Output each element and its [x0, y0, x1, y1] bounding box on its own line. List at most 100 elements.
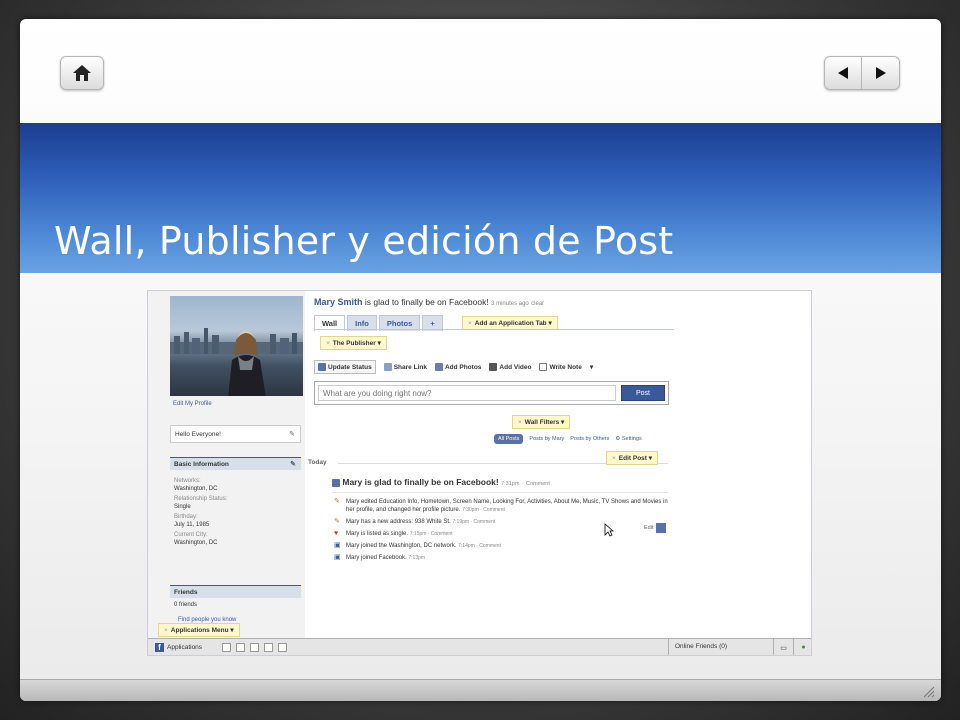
list-item: ▣ Mary joined Facebook. 7:13pm	[334, 554, 674, 562]
publisher-tab-label: The Publisher	[332, 340, 376, 347]
info-label: Networks:	[174, 478, 201, 484]
close-icon[interactable]: ×	[468, 320, 472, 327]
taskbar-right: ▭ ●	[773, 639, 811, 655]
list-item: ✎ Mary edited Education Info, Hometown, …	[334, 498, 674, 514]
status-input[interactable]	[318, 385, 616, 401]
wall-area: Mary Smith is glad to finally be on Face…	[308, 291, 811, 640]
close-icon[interactable]: ×	[326, 340, 330, 347]
home-button[interactable]	[60, 56, 104, 90]
info-value: July 11, 1985	[174, 522, 210, 528]
facebook-logo-icon: f	[155, 642, 164, 652]
add-video-button[interactable]: Add Video	[489, 363, 531, 371]
comment-link[interactable]: Comment	[526, 481, 550, 487]
add-video-label: Add Video	[499, 363, 532, 371]
post-button[interactable]: Post	[621, 385, 665, 401]
next-button[interactable]	[862, 57, 899, 89]
feed-meta: 7:15pm · Comment	[409, 531, 453, 537]
pencil-icon[interactable]: ✎	[289, 430, 295, 438]
main-story: Mary is glad to finally be on Facebook! …	[332, 477, 550, 487]
app-icon[interactable]	[222, 642, 232, 652]
info-label: Current City:	[174, 532, 208, 538]
share-link-button[interactable]: Share Link	[383, 363, 427, 371]
pencil-icon[interactable]: ✎	[290, 460, 296, 468]
update-status-button[interactable]: Update Status	[314, 360, 376, 374]
link-icon	[383, 363, 392, 371]
notifications-icon[interactable]: ●	[793, 639, 811, 655]
list-item: ✎ Mary has a new address: 938 White St. …	[334, 518, 674, 526]
profile-photo	[170, 296, 303, 396]
prev-next-group	[824, 56, 900, 90]
info-value[interactable]: Washington, DC	[174, 539, 299, 547]
person-icon	[332, 478, 340, 487]
taskbar-app-icons	[222, 642, 288, 652]
write-note-button[interactable]: Write Note	[539, 363, 582, 371]
close-icon[interactable]: ×	[518, 419, 522, 426]
edit-icon[interactable]	[656, 523, 667, 533]
publisher-tab[interactable]: × The Publisher ▾	[320, 336, 387, 350]
pencil-icon: ✎	[334, 518, 340, 525]
publisher-box: Post	[314, 381, 669, 405]
tabs-divider	[314, 329, 674, 330]
share-link-label: Share Link	[393, 363, 427, 371]
list-item: ♥ Mary is listed as single. 7:15pm · Com…	[334, 530, 674, 538]
filter-posts-by-mary[interactable]: Posts by Mary	[529, 436, 564, 442]
notes-icon[interactable]	[278, 642, 288, 652]
feed-text: Mary is listed as single.	[346, 531, 409, 537]
info-value[interactable]: Washington, DC	[174, 485, 299, 493]
profile-name: Mary Smith	[314, 297, 363, 307]
feed-text: Mary joined the Washington, DC network.	[346, 543, 457, 549]
close-icon[interactable]: ×	[612, 455, 616, 462]
applications-menu-label: Applications Menu	[170, 627, 229, 634]
feed-text: Mary has a new address: 938 White St.	[346, 519, 451, 525]
applications-button[interactable]: Applications	[167, 644, 202, 651]
main-story-time: 7:31pm	[501, 481, 520, 487]
feed-divider	[332, 492, 668, 493]
person-figure	[228, 331, 266, 396]
filter-settings[interactable]: ⚙ Settings	[615, 436, 641, 442]
note-icon	[539, 363, 548, 371]
slide: Wall, Publisher y edición de Post Edit M…	[20, 19, 941, 701]
add-photos-button[interactable]: Add Photos	[434, 363, 481, 371]
friends-icon[interactable]	[250, 642, 260, 652]
edit-profile-link[interactable]: Edit My Profile	[173, 401, 212, 407]
video-icon	[489, 363, 498, 371]
close-icon[interactable]: ×	[164, 627, 168, 634]
events-icon[interactable]	[264, 642, 274, 652]
triangle-left-icon	[838, 67, 848, 79]
mini-feed: ✎ Mary edited Education Info, Hometown, …	[334, 498, 674, 566]
more-actions-dropdown[interactable]: ▾	[590, 363, 593, 371]
edit-post-tab[interactable]: × Edit Post ▾	[606, 451, 659, 465]
info-label: Birthday:	[174, 514, 198, 520]
facebook-icon: ▣	[334, 554, 341, 561]
edit-post-label: Edit Post	[618, 455, 647, 462]
feed-meta: 7:19pm · Comment	[452, 519, 496, 525]
gear-icon: ⚙	[615, 436, 621, 442]
wall-filters-tab[interactable]: × Wall Filters ▾	[512, 415, 571, 429]
online-friends-button[interactable]: Online Friends (0)	[668, 639, 733, 655]
profile-status-box[interactable]: Hello Everyone! ✎	[170, 425, 301, 443]
photos-icon[interactable]	[236, 642, 246, 652]
person-icon	[318, 363, 326, 371]
clear-link[interactable]: clear	[531, 301, 544, 307]
add-application-tab[interactable]: × Add an Application Tab ▾	[462, 316, 558, 330]
edit-story-control[interactable]: Edit	[644, 523, 667, 533]
chat-icon[interactable]: ▭	[773, 639, 793, 655]
info-value: Single	[174, 504, 191, 510]
resize-grip-icon[interactable]	[921, 684, 935, 698]
mouse-cursor-icon	[604, 523, 614, 537]
settings-label: Settings	[621, 436, 642, 442]
profile-status: is glad to finally be on Facebook!	[364, 297, 489, 307]
filter-posts-by-others[interactable]: Posts by Others	[570, 436, 609, 442]
today-label: Today	[308, 459, 327, 466]
profile-status-text: Hello Everyone!	[175, 431, 221, 438]
basic-info-header: Basic Information ✎	[170, 457, 301, 470]
feed-meta: 7:14pm · Comment	[458, 543, 501, 549]
update-status-label: Update Status	[328, 363, 372, 371]
add-tab-label: Add an Application Tab	[474, 320, 547, 327]
filter-all-posts[interactable]: All Posts	[494, 434, 524, 444]
network-icon: ▣	[334, 542, 341, 549]
triangle-right-icon	[875, 67, 886, 79]
wall-filters-label: Wall Filters	[524, 419, 560, 426]
previous-button[interactable]	[825, 57, 863, 89]
applications-menu-tab[interactable]: × Applications Menu ▾	[158, 623, 240, 637]
